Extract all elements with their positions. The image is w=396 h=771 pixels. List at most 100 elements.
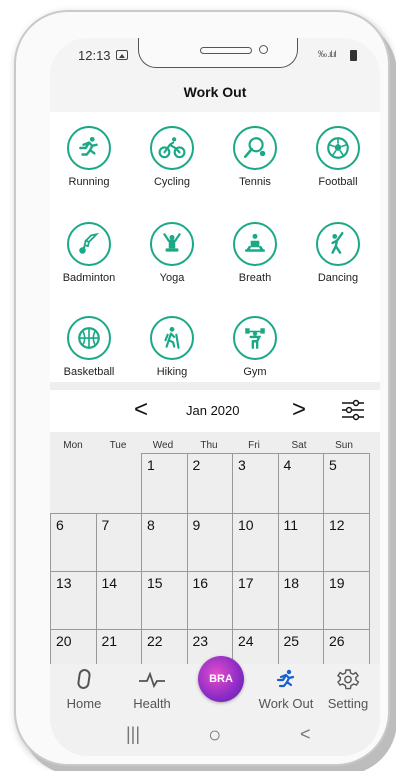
activity-cycling[interactable]: Cycling bbox=[130, 126, 214, 188]
day-number: 2 bbox=[192, 457, 201, 473]
weekday-label: Sun bbox=[335, 440, 353, 451]
screen: 12:13 ‰ .ıl.ıl Work Out Running Cycling bbox=[50, 38, 380, 756]
activity-gym[interactable]: Gym bbox=[213, 316, 297, 378]
activity-tennis[interactable]: Tennis bbox=[213, 126, 297, 188]
tab-setting[interactable]: Setting bbox=[318, 664, 378, 718]
recent-apps-button[interactable]: ||| bbox=[126, 724, 140, 745]
empty-cell bbox=[50, 453, 97, 514]
day-number: 17 bbox=[238, 575, 254, 591]
calendar-day-cell[interactable]: 10 bbox=[232, 513, 279, 572]
activity-label: Running bbox=[68, 176, 110, 188]
activity-dancing[interactable]: Dancing bbox=[296, 222, 380, 284]
calendar-day-cell[interactable]: 5 bbox=[323, 453, 370, 514]
day-number: 7 bbox=[101, 517, 110, 533]
hiking-icon bbox=[150, 316, 194, 360]
calendar-day-cell[interactable]: 19 bbox=[323, 571, 370, 630]
tab-label: Health bbox=[133, 696, 171, 711]
activity-yoga[interactable]: Yoga bbox=[130, 222, 214, 284]
calendar-day-cell[interactable]: 7 bbox=[95, 513, 142, 572]
weekday-label: Thu bbox=[200, 440, 218, 451]
next-month-button[interactable]: > bbox=[292, 396, 306, 424]
activity-running[interactable]: Running bbox=[50, 126, 131, 188]
day-number: 5 bbox=[329, 457, 337, 473]
tennis-icon bbox=[233, 126, 277, 170]
camera bbox=[259, 45, 268, 54]
prev-month-button[interactable]: < bbox=[134, 396, 148, 424]
activity-label: Cycling bbox=[153, 176, 191, 188]
activity-label: Hiking bbox=[156, 366, 188, 378]
calendar-day-cell[interactable]: 13 bbox=[50, 571, 97, 630]
cycling-icon bbox=[150, 126, 194, 170]
day-number: 23 bbox=[192, 633, 209, 649]
football-icon bbox=[316, 126, 360, 170]
day-number: 21 bbox=[101, 633, 118, 649]
calendar-day-cell[interactable]: 17 bbox=[232, 571, 279, 630]
breath-icon bbox=[233, 222, 277, 266]
activity-badminton[interactable]: Badminton bbox=[50, 222, 131, 284]
weekday-label: Fri bbox=[248, 440, 260, 451]
gym-icon bbox=[233, 316, 277, 360]
calendar-day-cell[interactable]: 15 bbox=[141, 571, 188, 630]
activity-hiking[interactable]: Hiking bbox=[130, 316, 214, 378]
status-time: 12:13 bbox=[78, 48, 111, 63]
basketball-icon bbox=[67, 316, 111, 360]
calendar-day-cell[interactable]: 18 bbox=[277, 571, 324, 630]
day-number: 26 bbox=[329, 633, 345, 649]
day-number: 13 bbox=[56, 575, 72, 591]
running-icon bbox=[67, 126, 111, 170]
weekday-label: Sat bbox=[291, 440, 307, 451]
calendar-day-cell[interactable]: 11 bbox=[277, 513, 324, 572]
weekday-label: Wed bbox=[152, 440, 174, 451]
empty-cell bbox=[95, 453, 142, 514]
activity-label: Gym bbox=[243, 366, 267, 378]
day-number: 16 bbox=[192, 575, 209, 591]
day-number: 20 bbox=[56, 633, 72, 649]
signal-icon: ‰ .ıl.ıl bbox=[318, 49, 336, 59]
calendar-day-cell[interactable]: 6 bbox=[50, 513, 97, 572]
calendar-day-cell[interactable]: 1 bbox=[141, 453, 188, 514]
calendar-day-cell[interactable]: 9 bbox=[186, 513, 233, 572]
yoga-icon bbox=[150, 222, 194, 266]
day-number: 12 bbox=[329, 517, 345, 533]
activity-breath[interactable]: Breath bbox=[213, 222, 297, 284]
day-number: 8 bbox=[147, 517, 155, 533]
calendar-header: < Jan 2020 > bbox=[50, 390, 380, 432]
gear-icon bbox=[337, 669, 360, 690]
tab-label: Setting bbox=[327, 696, 369, 711]
bra-center-button[interactable]: BRA bbox=[198, 656, 244, 702]
day-number: 24 bbox=[238, 633, 254, 649]
phone-frame: 12:13 ‰ .ıl.ıl Work Out Running Cycling bbox=[14, 10, 390, 766]
tab-health[interactable]: Health bbox=[122, 664, 182, 718]
calendar-day-cell[interactable]: 3 bbox=[232, 453, 279, 514]
calendar-day-cell[interactable]: 14 bbox=[95, 571, 142, 630]
system-nav-bar: ||| ○ < bbox=[50, 718, 380, 756]
tab-workout[interactable]: Work Out bbox=[256, 664, 316, 718]
watch-icon bbox=[77, 669, 91, 689]
dancing-icon bbox=[316, 222, 360, 266]
activity-label: Yoga bbox=[159, 272, 185, 284]
calendar-day-cell[interactable]: 8 bbox=[141, 513, 188, 572]
back-nav-button[interactable]: < bbox=[300, 724, 311, 745]
day-number: 6 bbox=[56, 517, 64, 533]
calendar-day-cell[interactable]: 16 bbox=[186, 571, 233, 630]
tab-home[interactable]: Home bbox=[54, 664, 114, 718]
calendar-day-cell[interactable]: 12 bbox=[323, 513, 370, 572]
battery-icon bbox=[350, 50, 357, 61]
weekday-row: Mon Tue Wed Thu Fri Sat Sun bbox=[50, 438, 380, 454]
activity-label: Dancing bbox=[317, 272, 359, 284]
day-number: 19 bbox=[329, 575, 345, 591]
calendar-day-cell[interactable]: 4 bbox=[277, 453, 324, 514]
activity-football[interactable]: Football bbox=[296, 126, 380, 188]
day-number: 3 bbox=[238, 457, 246, 473]
weekday-label: Mon bbox=[63, 440, 83, 451]
activity-basketball[interactable]: Basketball bbox=[50, 316, 131, 378]
speaker bbox=[200, 47, 252, 54]
weekday-label: Tue bbox=[109, 440, 127, 451]
home-nav-button[interactable]: ○ bbox=[208, 722, 221, 748]
page-title: Work Out bbox=[183, 84, 247, 100]
activity-label: Breath bbox=[238, 272, 272, 284]
day-number: 22 bbox=[147, 633, 163, 649]
day-number: 4 bbox=[283, 457, 292, 473]
calendar-day-cell[interactable]: 2 bbox=[186, 453, 233, 514]
filter-sliders-icon[interactable] bbox=[340, 398, 366, 427]
